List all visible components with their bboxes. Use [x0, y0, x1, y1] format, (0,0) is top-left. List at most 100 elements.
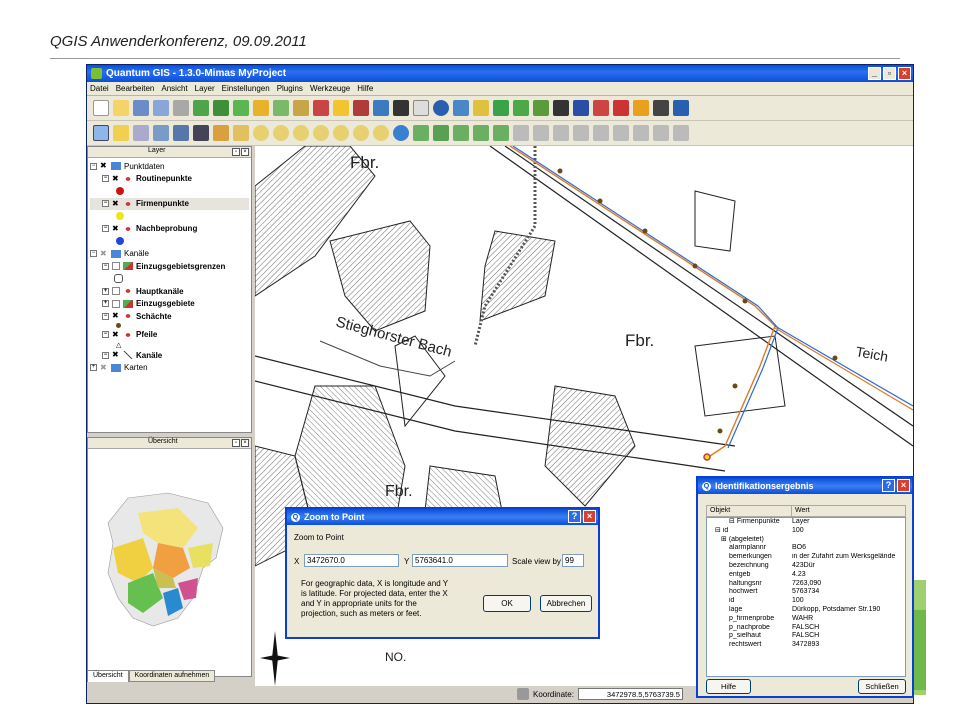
manhole-point[interactable]: [557, 168, 563, 174]
visibility-checkbox[interactable]: [112, 299, 120, 308]
layer-group-kanaele[interactable]: − ✖ Kanäle: [90, 248, 249, 261]
edit-toggle-icon[interactable]: [413, 125, 429, 141]
result-row[interactable]: bemerkungen in der Zufahrt zum Werksgelän…: [707, 553, 905, 562]
redo-icon[interactable]: [673, 125, 689, 141]
open-project-icon[interactable]: [113, 100, 129, 116]
bookmark-icon[interactable]: [213, 125, 229, 141]
visibility-checkbox[interactable]: ✖: [112, 224, 120, 233]
tab-koordinaten-aufnehmen[interactable]: Koordinaten aufnehmen: [128, 670, 216, 682]
zoom-selection-icon[interactable]: [313, 125, 329, 141]
layer-kanaele[interactable]: − ✖ Kanäle: [90, 349, 249, 362]
print-icon[interactable]: [173, 100, 189, 116]
zoom-out-icon[interactable]: [273, 125, 289, 141]
layer-einzugsgebiete[interactable]: + Einzugsgebiete: [90, 298, 249, 311]
menu-ansicht[interactable]: Ansicht: [161, 84, 187, 93]
manhole-point[interactable]: [717, 428, 723, 434]
visibility-checkbox[interactable]: ✖: [100, 162, 108, 170]
layer-nachbeprobung[interactable]: − ✖ Nachbeprobung: [90, 223, 249, 236]
plugin-icon[interactable]: [513, 100, 529, 116]
result-row[interactable]: haltungsnr 7263,090: [707, 580, 905, 589]
dialog-titlebar[interactable]: Q Identifikationsergebnis ? ×: [698, 478, 912, 494]
zoom-full-icon[interactable]: [293, 125, 309, 141]
menu-werkzeuge[interactable]: Werkzeuge: [310, 84, 350, 93]
layer-einzugsgebietsgrenzen[interactable]: − Einzugsgebietsgrenzen: [90, 260, 249, 273]
north-arrow-icon[interactable]: [573, 100, 589, 116]
result-row[interactable]: rechtswert 3472893: [707, 641, 905, 650]
help-button[interactable]: Hilfe: [706, 679, 751, 694]
cut-features-icon[interactable]: [593, 125, 609, 141]
close-button[interactable]: Schließen: [858, 679, 906, 694]
pan-icon[interactable]: [233, 125, 249, 141]
help-icon[interactable]: ?: [568, 510, 581, 523]
menu-datei[interactable]: Datei: [90, 84, 109, 93]
visibility-checkbox[interactable]: ✖: [112, 312, 120, 320]
float-panel-icon[interactable]: ▫: [232, 148, 240, 156]
tree-expander-icon[interactable]: ⊟: [729, 518, 737, 525]
georeference-icon[interactable]: [493, 100, 509, 116]
collapse-icon[interactable]: −: [102, 312, 109, 320]
visibility-checkbox[interactable]: ✖: [112, 330, 120, 339]
collapse-icon[interactable]: −: [102, 262, 109, 270]
save-edits-icon[interactable]: [433, 125, 449, 141]
layer-schaechte[interactable]: − ✖ Schächte: [90, 310, 249, 323]
close-panel-icon[interactable]: ×: [241, 439, 249, 447]
results-tree[interactable]: ⊟ Firmenpunkte Layer ⊟ id 100 ⊞ (abgeleitet)…: [706, 517, 906, 677]
result-row[interactable]: lage Dürkopp, Potsdamer Str.190: [707, 606, 905, 615]
hide-all-icon[interactable]: [353, 100, 369, 116]
layer-hauptkanaele[interactable]: + Hauptkanäle: [90, 285, 249, 298]
visibility-checkbox[interactable]: [112, 262, 120, 271]
float-panel-icon[interactable]: ▫: [232, 439, 240, 447]
zoom-in-icon[interactable]: [253, 125, 269, 141]
collapse-icon[interactable]: −: [102, 331, 109, 339]
expand-icon[interactable]: +: [102, 287, 109, 295]
window-titlebar[interactable]: Quantum GIS - 1.3.0-Mimas MyProject _ ▫ …: [87, 65, 913, 82]
menu-hilfe[interactable]: Hilfe: [357, 84, 373, 93]
add-raster-layer-icon[interactable]: [213, 100, 229, 116]
collapse-icon[interactable]: −: [102, 351, 109, 359]
zoom-layer-icon[interactable]: [333, 125, 349, 141]
layer-pfeile[interactable]: − ✖ Pfeile: [90, 329, 249, 342]
collapse-icon[interactable]: −: [90, 162, 97, 170]
add-postgis-layer-icon[interactable]: [233, 100, 249, 116]
layer-routinepunkte[interactable]: − ✖ Routinepunkte: [90, 173, 249, 186]
zoom-last-icon[interactable]: [353, 125, 369, 141]
manhole-point[interactable]: [692, 263, 698, 269]
zoom-next-icon[interactable]: [373, 125, 389, 141]
digitize-icon[interactable]: [473, 100, 489, 116]
manhole-point[interactable]: [732, 383, 738, 389]
eye-icon[interactable]: [393, 100, 409, 116]
delete-vertex-icon[interactable]: [573, 125, 589, 141]
collapse-icon[interactable]: −: [90, 250, 97, 258]
menu-layer[interactable]: Layer: [195, 84, 215, 93]
star-icon[interactable]: [333, 100, 349, 116]
home-icon[interactable]: [193, 125, 209, 141]
remove-layer-icon[interactable]: [293, 100, 309, 116]
add-vector-layer-icon[interactable]: [193, 100, 209, 116]
visibility-checkbox[interactable]: ✖: [100, 249, 108, 258]
scale-bar-icon[interactable]: [593, 100, 609, 116]
bus-icon[interactable]: [673, 100, 689, 116]
copyright-icon[interactable]: [433, 100, 449, 116]
measure-icon[interactable]: [173, 125, 189, 141]
close-button[interactable]: ×: [898, 67, 911, 80]
add-vertex-icon[interactable]: [533, 125, 549, 141]
x-input[interactable]: 3472670.0: [304, 554, 399, 567]
maximize-button[interactable]: ▫: [883, 67, 896, 80]
delete-layer-icon[interactable]: [313, 100, 329, 116]
manhole-point[interactable]: [642, 228, 648, 234]
menu-plugins[interactable]: Plugins: [277, 84, 303, 93]
y-input[interactable]: 5763641.0: [412, 554, 508, 567]
overview-icon[interactable]: [413, 100, 429, 116]
save-project-icon[interactable]: [133, 100, 149, 116]
raster-calc-icon[interactable]: [453, 100, 469, 116]
terrain-icon[interactable]: [553, 100, 569, 116]
tree-expander-icon[interactable]: ⊟: [715, 527, 723, 534]
minimize-button[interactable]: _: [868, 67, 881, 80]
tab-uebersicht[interactable]: Übersicht: [87, 670, 129, 682]
move-vertex-icon[interactable]: [553, 125, 569, 141]
menu-bearbeiten[interactable]: Bearbeiten: [116, 84, 155, 93]
result-row[interactable]: hochwert 5763734: [707, 588, 905, 597]
copy-features-icon[interactable]: [613, 125, 629, 141]
ruler-icon[interactable]: [653, 100, 669, 116]
manhole-point[interactable]: [597, 198, 603, 204]
